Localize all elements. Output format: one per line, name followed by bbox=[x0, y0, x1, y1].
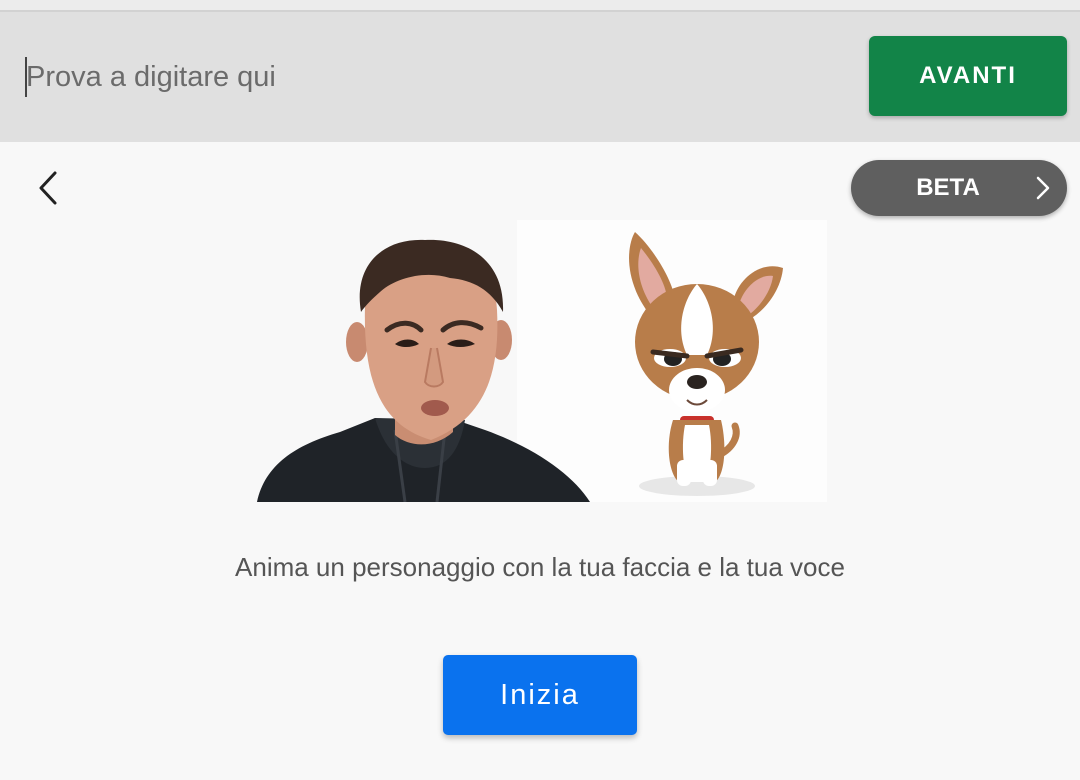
typing-input[interactable] bbox=[26, 52, 806, 102]
beta-button[interactable]: BETA bbox=[851, 160, 1067, 216]
demo-illustration bbox=[255, 220, 827, 502]
feature-description: Anima un personaggio con la tua faccia e… bbox=[235, 552, 845, 582]
chevron-left-icon bbox=[39, 171, 57, 205]
beta-label: BETA bbox=[916, 174, 980, 201]
start-button[interactable]: Inizia bbox=[443, 655, 637, 735]
next-button[interactable]: AVANTI bbox=[869, 36, 1067, 116]
top-divider bbox=[0, 0, 1080, 12]
typing-bar: AVANTI bbox=[0, 12, 1080, 142]
chevron-right-icon bbox=[1036, 176, 1050, 200]
text-caret bbox=[25, 57, 27, 97]
back-button[interactable] bbox=[28, 168, 68, 208]
